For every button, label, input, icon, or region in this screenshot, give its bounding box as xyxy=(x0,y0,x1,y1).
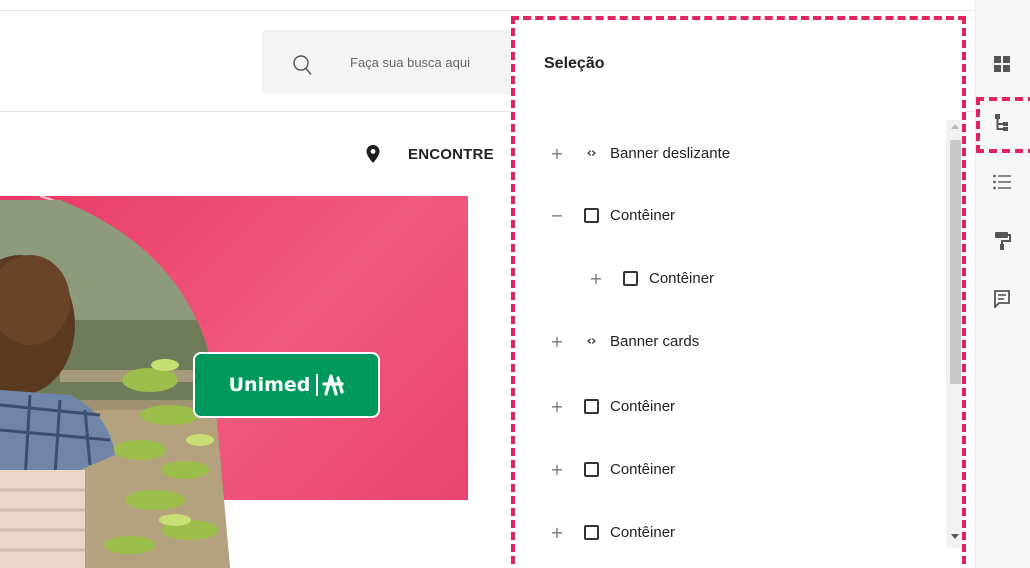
tree-item[interactable]: + Contêiner xyxy=(550,394,675,418)
code-icon: ‹› xyxy=(586,145,597,161)
tree-item-label: Banner deslizante xyxy=(610,144,731,162)
scroll-down-arrow-icon[interactable] xyxy=(951,534,959,539)
box-icon xyxy=(582,460,600,478)
collapse-toggle[interactable]: − xyxy=(550,206,564,225)
tree-item-label: Contêiner xyxy=(610,206,676,224)
expand-toggle[interactable]: + xyxy=(589,269,603,288)
right-toolbar xyxy=(975,0,1030,568)
expand-toggle[interactable]: + xyxy=(550,332,564,351)
expand-toggle[interactable]: + xyxy=(550,397,564,416)
box-icon xyxy=(582,397,600,415)
search-icon[interactable] xyxy=(292,54,312,76)
unimed-logo-separator xyxy=(316,374,319,396)
tree-item-label: Contêiner xyxy=(610,523,676,541)
tree-item[interactable]: − Contêiner xyxy=(550,203,675,227)
location-pin-icon xyxy=(366,145,380,163)
unimed-tree-icon xyxy=(322,374,344,396)
search-input[interactable]: Faça sua busca aqui xyxy=(350,55,470,70)
selection-panel xyxy=(513,18,965,568)
tree-item[interactable]: + ‹› Banner cards xyxy=(550,329,699,353)
expand-toggle[interactable]: + xyxy=(550,523,564,542)
panel-title: Seleção xyxy=(544,55,605,72)
expand-toggle[interactable]: + xyxy=(550,460,564,479)
list-icon[interactable] xyxy=(990,170,1014,194)
tree-item-label: Contêiner xyxy=(649,269,715,287)
top-divider xyxy=(0,10,975,11)
code-icon: ‹› xyxy=(586,333,597,349)
box-icon xyxy=(582,523,600,541)
tree-item[interactable]: + Contêiner xyxy=(550,520,675,544)
unimed-logo-text: Unimed xyxy=(228,374,311,396)
tree-item[interactable]: + ‹› Banner deslizante xyxy=(550,141,730,165)
box-icon xyxy=(621,269,639,287)
scroll-up-arrow-icon[interactable] xyxy=(951,124,959,129)
comment-icon[interactable] xyxy=(990,287,1014,311)
box-icon xyxy=(582,206,600,224)
scroll-thumb[interactable] xyxy=(950,140,961,384)
tree-item[interactable]: + Contêiner xyxy=(589,266,714,290)
grid-icon[interactable] xyxy=(990,52,1014,76)
tree-item-label: Banner cards xyxy=(610,332,700,350)
panel-scrollbar[interactable] xyxy=(946,120,965,548)
tree-item-label: Contêiner xyxy=(610,460,676,478)
tree-item[interactable]: + Contêiner xyxy=(550,457,675,481)
tree-structure-icon[interactable] xyxy=(990,111,1014,135)
nav-link-encontre[interactable]: ENCONTRE xyxy=(408,146,494,163)
unimed-logo-badge: Unimed xyxy=(193,352,380,418)
expand-toggle[interactable]: + xyxy=(550,144,564,163)
paint-roller-icon[interactable] xyxy=(990,229,1014,253)
tree-item-label: Contêiner xyxy=(610,397,676,415)
